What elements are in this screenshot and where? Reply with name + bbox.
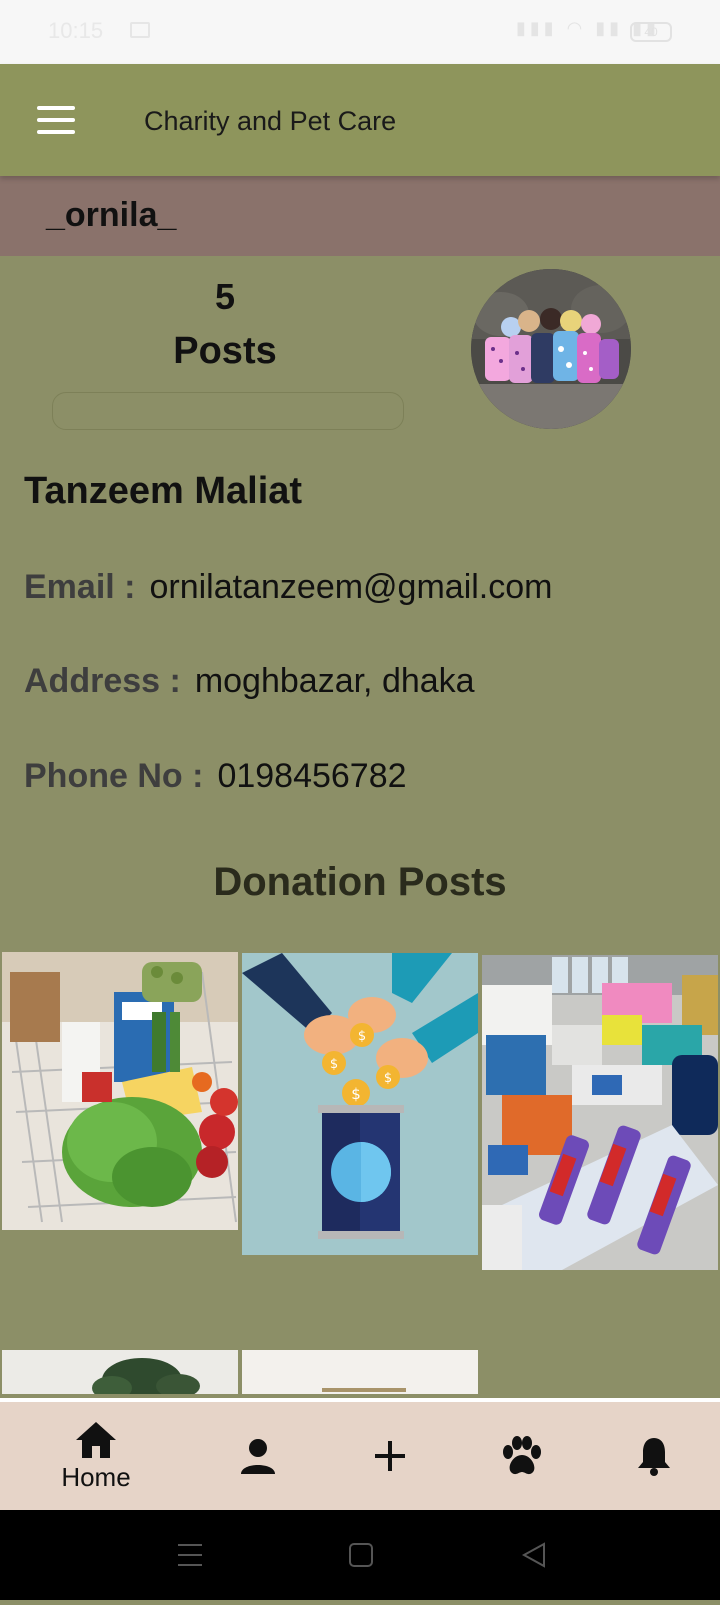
address-row: Address : moghbazar, dhaka [24,662,475,701]
donation-post-coin-jar[interactable]: $ $ $ $ [242,953,478,1255]
donation-post-plant[interactable] [2,1350,238,1394]
avatar[interactable] [471,269,631,429]
bell-icon [638,1438,670,1476]
donation-posts-title: Donation Posts [213,860,507,904]
nav-add-post[interactable] [330,1402,450,1510]
email-row: Email : ornilatanzeem@gmail.com [24,568,553,607]
email-label: Email : [24,568,136,606]
nav-notifications[interactable] [594,1402,714,1510]
donation-post-grocery-cart[interactable] [2,952,238,1230]
system-nav-bar [0,1510,720,1600]
recent-apps-icon[interactable] [178,1544,202,1566]
svg-text:$: $ [330,1057,338,1072]
battery-icon: 40 [630,22,672,42]
home-system-icon[interactable] [349,1543,373,1567]
phone-row: Phone No : 0198456782 [24,757,407,796]
paw-icon [503,1436,541,1475]
nav-pets[interactable] [462,1402,582,1510]
svg-text:$: $ [358,1029,366,1044]
edit-profile-button[interactable] [52,392,404,430]
full-name: Tanzeem Maliat [24,470,303,512]
app-title: Charity and Pet Care [144,106,397,136]
donation-post-light-item[interactable] [242,1350,478,1394]
username: _ornila_ [46,196,177,234]
posts-count: 5 [214,276,236,317]
address-label: Address : [24,662,181,700]
svg-text:$: $ [351,1085,361,1103]
address-value: moghbazar, dhaka [194,662,475,700]
posts-label: Posts [173,330,277,372]
status-time: 10:15 [48,18,104,43]
nav-profile[interactable] [198,1402,318,1510]
status-bar: 10:15 ▮▮▮ ◠ ▮▮ ▮▮ 40 [0,0,720,64]
donation-post-toiletries[interactable] [482,955,718,1270]
nav-home-label: Home [61,1461,131,1492]
bottom-nav: Home [0,1398,720,1510]
home-icon [76,1421,116,1458]
svg-text:$: $ [384,1071,392,1086]
plus-icon [375,1441,405,1471]
mail-icon [130,22,150,38]
back-icon[interactable] [521,1542,545,1568]
username-bar: _ornila_ [0,176,720,256]
person-icon [241,1439,275,1474]
app-bar: Charity and Pet Care [0,64,720,176]
nav-home[interactable]: Home [36,1402,156,1510]
phone-value: 0198456782 [217,757,407,795]
phone-label: Phone No : [24,757,204,795]
hamburger-menu-icon[interactable] [26,90,86,150]
email-value: ornilatanzeem@gmail.com [149,568,553,606]
